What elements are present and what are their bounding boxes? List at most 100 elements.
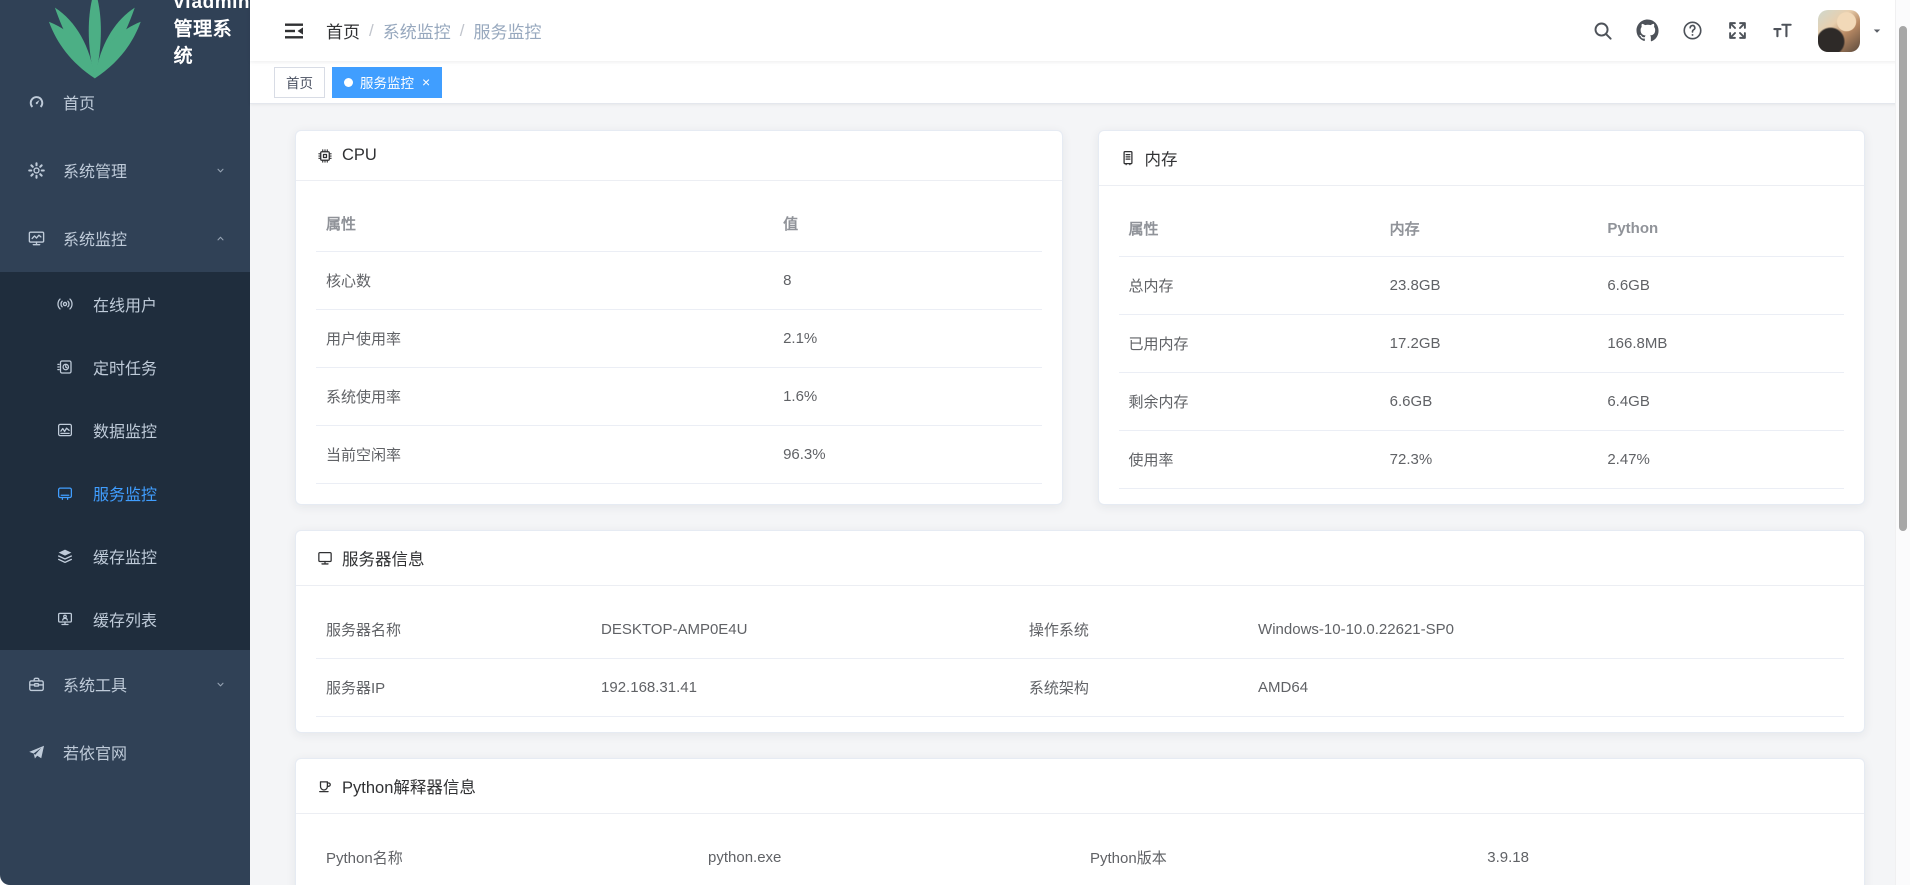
table-cell: DESKTOP-AMP0E4U xyxy=(591,601,1019,659)
submenu-system-monitor: 在线用户定时任务数据监控服务监控缓存监控缓存列表 xyxy=(0,272,250,650)
server-monitor-icon xyxy=(56,484,74,502)
table-cell: 已用内存 xyxy=(1119,315,1380,373)
fullscreen-icon[interactable] xyxy=(1726,19,1749,42)
table-cell: 剩余内存 xyxy=(1119,373,1380,431)
data-monitor-icon xyxy=(56,421,74,439)
sidebar-item-home[interactable]: 首页 xyxy=(0,68,250,136)
table-row: 用户使用率2.1% xyxy=(316,310,1042,368)
table-cell: Windows-10-10.0.22621-SP0 xyxy=(1248,601,1844,659)
table-cell: AMD64 xyxy=(1248,659,1844,717)
table-cell: 17.2GB xyxy=(1380,315,1598,373)
python-info-card-title: Python解释器信息 xyxy=(342,774,476,798)
sidebar-item-label: 系统管理 xyxy=(63,158,127,182)
sidebar-item-server-monitor[interactable]: 服务监控 xyxy=(0,461,250,524)
navbar-actions xyxy=(1569,10,1910,52)
tag-label: 服务监控 xyxy=(360,72,414,92)
sidebar-item-label: 缓存监控 xyxy=(93,544,157,568)
breadcrumb: 首页/系统监控/服务监控 xyxy=(326,18,541,43)
help-icon[interactable] xyxy=(1681,19,1704,42)
font-size-icon[interactable] xyxy=(1771,19,1794,42)
memory-card-body: 属性内存Python总内存23.8GB6.6GB已用内存17.2GB166.8M… xyxy=(1099,186,1865,504)
table-cell: 2.47% xyxy=(1597,431,1844,489)
table-cell: 6.6GB xyxy=(1597,257,1844,315)
sidebar-item-scheduled-tasks[interactable]: 定时任务 xyxy=(0,335,250,398)
server-info-card: 服务器信息 服务器名称DESKTOP-AMP0E4U操作系统Windows-10… xyxy=(295,530,1865,733)
page-scrollbar-thumb[interactable] xyxy=(1899,26,1907,531)
table-cell: 使用率 xyxy=(1119,431,1380,489)
cpu-card-header: CPU xyxy=(296,131,1062,181)
table-header-row: 属性内存Python xyxy=(1119,201,1845,257)
table-cell: Python名称 xyxy=(316,829,698,885)
table-cell: 总内存 xyxy=(1119,257,1380,315)
cpu-card-title: CPU xyxy=(342,146,377,165)
cpu-chip-icon xyxy=(316,147,334,165)
table-row: 使用率72.3%2.47% xyxy=(1119,431,1845,489)
tag-home[interactable]: 首页 xyxy=(274,67,325,98)
table-cell: 核心数 xyxy=(316,252,773,310)
breadcrumb-separator: / xyxy=(460,21,465,41)
avatar[interactable] xyxy=(1818,10,1860,52)
sidebar-item-system-manage[interactable]: 系统管理 xyxy=(0,136,250,204)
python-cup-icon xyxy=(316,777,334,795)
column-header: 属性 xyxy=(1119,201,1380,257)
tag-server-monitor[interactable]: 服务监控 × xyxy=(332,67,442,98)
app-window: vfadmin管理系统 首页系统管理系统监控在线用户定时任务数据监控服务监控缓存… xyxy=(0,0,1910,885)
table-cell: 6.4GB xyxy=(1597,373,1844,431)
table-row: 当前空闲率96.3% xyxy=(316,426,1042,484)
cpu-table: 属性值核心数8用户使用率2.1%系统使用率1.6%当前空闲率96.3% xyxy=(316,196,1042,484)
sidebar-toggle-icon[interactable] xyxy=(282,19,306,43)
schedule-icon xyxy=(56,358,74,376)
sidebar-item-label: 缓存列表 xyxy=(93,607,157,631)
app-logo[interactable]: vfadmin管理系统 xyxy=(0,0,250,60)
top-cards-row: CPU 属性值核心数8用户使用率2.1%系统使用率1.6%当前空闲率96.3% … xyxy=(295,130,1865,505)
chevron-down-icon xyxy=(213,677,228,692)
sidebar-item-label: 系统工具 xyxy=(63,672,127,696)
table-cell: Python版本 xyxy=(1080,829,1477,885)
server-info-table: 服务器名称DESKTOP-AMP0E4U操作系统Windows-10-10.0.… xyxy=(316,601,1844,717)
memory-icon xyxy=(1119,149,1137,167)
github-icon[interactable] xyxy=(1636,19,1659,42)
column-header: 内存 xyxy=(1380,201,1598,257)
toolbox-icon xyxy=(27,675,46,694)
cpu-card-body: 属性值核心数8用户使用率2.1%系统使用率1.6%当前空闲率96.3% xyxy=(296,181,1062,499)
cache-monitor-icon xyxy=(56,547,74,565)
tag-close-icon[interactable]: × xyxy=(422,75,430,89)
app-title: vfadmin管理系统 xyxy=(174,0,250,68)
table-row: 核心数8 xyxy=(316,252,1042,310)
table-cell: 96.3% xyxy=(773,426,1041,484)
python-info-card-header: Python解释器信息 xyxy=(296,759,1864,814)
sidebar-item-ruoyi-site[interactable]: 若依官网 xyxy=(0,718,250,786)
breadcrumb-item[interactable]: 首页 xyxy=(326,18,360,43)
table-cell: 166.8MB xyxy=(1597,315,1844,373)
table-row: 已用内存17.2GB166.8MB xyxy=(1119,315,1845,373)
table-cell: 8 xyxy=(773,252,1041,310)
memory-card-title: 内存 xyxy=(1145,146,1178,170)
sidebar-item-online-users[interactable]: 在线用户 xyxy=(0,272,250,335)
sidebar-item-system-tools[interactable]: 系统工具 xyxy=(0,650,250,718)
table-row: 系统使用率1.6% xyxy=(316,368,1042,426)
tag-label: 首页 xyxy=(286,72,313,92)
sidebar-item-label: 首页 xyxy=(63,90,95,114)
sidebar-item-label: 在线用户 xyxy=(93,292,157,316)
search-icon[interactable] xyxy=(1591,19,1614,42)
python-info-card-body: Python名称python.exePython版本3.9.18 xyxy=(296,814,1864,885)
sidebar-item-label: 服务监控 xyxy=(93,481,157,505)
cpu-card: CPU 属性值核心数8用户使用率2.1%系统使用率1.6%当前空闲率96.3% xyxy=(295,130,1063,505)
table-cell: 1.6% xyxy=(773,368,1041,426)
cache-list-icon xyxy=(56,610,74,628)
sidebar-item-cache-list[interactable]: 缓存列表 xyxy=(0,587,250,650)
sidebar-item-label: 若依官网 xyxy=(63,740,127,764)
main-area: 首页/系统监控/服务监控 首页服务监控× CPU 属性值核心数8用户使用率2.1… xyxy=(250,0,1910,885)
breadcrumb-item: 系统监控 xyxy=(383,18,451,43)
user-menu[interactable] xyxy=(1818,10,1884,52)
table-cell: 用户使用率 xyxy=(316,310,773,368)
page-content: CPU 属性值核心数8用户使用率2.1%系统使用率1.6%当前空闲率96.3% … xyxy=(250,104,1910,885)
table-row: Python名称python.exePython版本3.9.18 xyxy=(316,829,1844,885)
sidebar-item-system-monitor[interactable]: 系统监控 xyxy=(0,204,250,272)
monitor-chart-icon xyxy=(27,229,46,248)
column-header: 属性 xyxy=(316,196,773,252)
sidebar-item-cache-monitor[interactable]: 缓存监控 xyxy=(0,524,250,587)
sidebar-menu: 首页系统管理系统监控在线用户定时任务数据监控服务监控缓存监控缓存列表系统工具若依… xyxy=(0,60,250,786)
sidebar-item-data-monitor[interactable]: 数据监控 xyxy=(0,398,250,461)
memory-table: 属性内存Python总内存23.8GB6.6GB已用内存17.2GB166.8M… xyxy=(1119,201,1845,489)
